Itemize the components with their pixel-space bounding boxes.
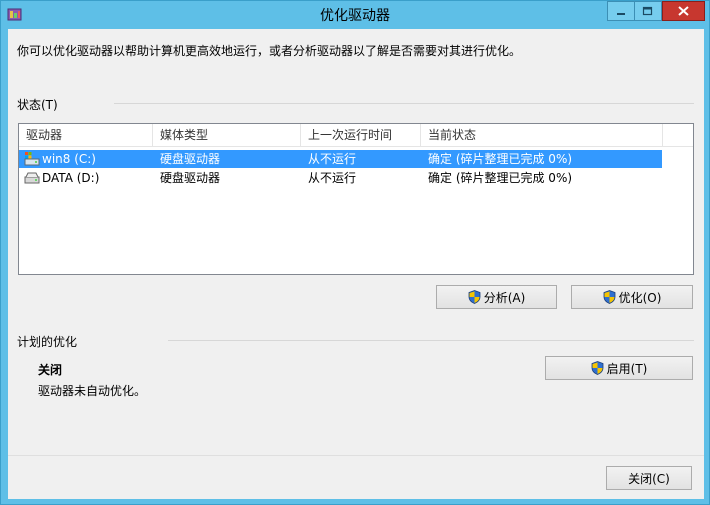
status-separator — [114, 103, 694, 104]
last-run-time: 从不运行 — [308, 171, 357, 185]
os-drive-icon — [24, 152, 40, 166]
column-header-media[interactable]: 媒体类型 — [153, 124, 301, 146]
close-icon — [678, 6, 689, 16]
list-header: 驱动器 媒体类型 上一次运行时间 当前状态 — [19, 124, 693, 147]
enable-button-label: 启用(T) — [606, 361, 648, 376]
window-title: 优化驱动器 — [320, 8, 390, 24]
optimize-button[interactable]: 优化(O) — [571, 285, 693, 309]
close-button-label: 关闭(C) — [628, 471, 670, 486]
title-bar[interactable]: 优化驱动器 — [1, 1, 709, 28]
enable-schedule-button[interactable]: 启用(T) — [545, 356, 693, 380]
maximize-icon — [642, 6, 653, 16]
status-section-label: 状态(T) — [17, 98, 58, 112]
media-type: 硬盘驱动器 — [160, 171, 221, 185]
uac-shield-icon — [591, 361, 604, 375]
minimize-icon — [617, 13, 625, 15]
column-header-status[interactable]: 当前状态 — [421, 124, 663, 146]
column-header-last-run[interactable]: 上一次运行时间 — [301, 124, 421, 146]
minimize-button[interactable] — [607, 1, 635, 21]
drives-list[interactable]: 驱动器 媒体类型 上一次运行时间 当前状态 win8 (C:) 硬盘驱动器 从不… — [18, 123, 694, 275]
list-item[interactable]: DATA (D:) 硬盘驱动器 从不运行 确定 (碎片整理已完成 0%) — [19, 169, 662, 187]
current-status: 确定 (碎片整理已完成 0%) — [428, 171, 573, 185]
uac-shield-icon — [468, 290, 481, 304]
maximize-button[interactable] — [635, 1, 662, 21]
close-window-button[interactable] — [662, 1, 705, 21]
last-run-time: 从不运行 — [308, 152, 357, 166]
schedule-section-label: 计划的优化 — [17, 335, 78, 349]
analyze-button[interactable]: 分析(A) — [436, 285, 557, 309]
schedule-state: 关闭 — [38, 363, 63, 377]
column-header-drive[interactable]: 驱动器 — [19, 124, 153, 146]
hard-drive-icon — [24, 172, 40, 184]
current-status: 确定 (碎片整理已完成 0%) — [428, 152, 573, 166]
media-type: 硬盘驱动器 — [160, 152, 221, 166]
list-item[interactable]: win8 (C:) 硬盘驱动器 从不运行 确定 (碎片整理已完成 0%) — [19, 150, 662, 168]
close-button[interactable]: 关闭(C) — [606, 466, 692, 490]
optimize-drives-window: 优化驱动器 你可以优化驱动器以帮助计算机更高效地运行，或者分析驱动器以了解是否需… — [0, 0, 710, 505]
schedule-separator — [168, 340, 694, 341]
analyze-button-label: 分析(A) — [483, 290, 526, 305]
drive-name: DATA (D:) — [42, 171, 100, 185]
drive-name: win8 (C:) — [42, 152, 96, 166]
client-area: 你可以优化驱动器以帮助计算机更高效地运行，或者分析驱动器以了解是否需要对其进行优… — [8, 29, 704, 499]
uac-shield-icon — [603, 290, 615, 304]
optimize-button-label: 优化(O) — [618, 290, 662, 305]
intro-text: 你可以优化驱动器以帮助计算机更高效地运行，或者分析驱动器以了解是否需要对其进行优… — [17, 44, 522, 58]
dialog-footer: 关闭(C) — [8, 455, 704, 499]
schedule-description: 驱动器未自动优化。 — [38, 384, 147, 398]
